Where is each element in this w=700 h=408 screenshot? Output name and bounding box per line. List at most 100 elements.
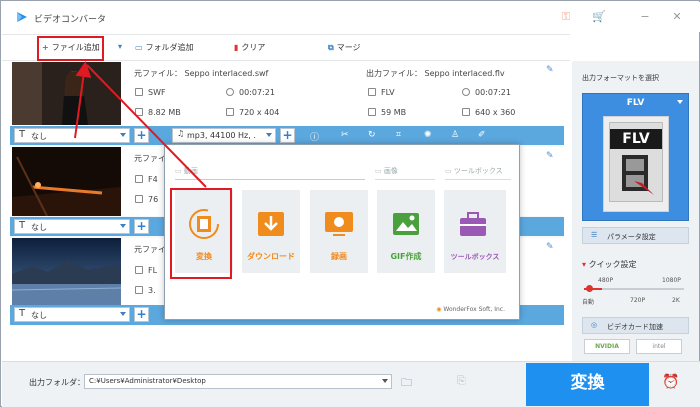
record-label: 録画 — [331, 252, 347, 261]
brush-icon[interactable]: ✐ — [478, 130, 486, 140]
download-tile[interactable]: ダウンロード — [242, 190, 300, 273]
nvidia-badge[interactable]: NVIDIA — [584, 339, 630, 354]
trash-icon: ▮ — [234, 43, 239, 52]
subtitle-icon: T — [19, 220, 26, 231]
chevron-down-icon — [382, 379, 388, 383]
subtitle-icon: T — [19, 129, 26, 140]
toolbox-tile[interactable]: ツールボックス — [444, 190, 506, 273]
subtitle-select[interactable]: T なし — [14, 128, 130, 143]
chevron-down-icon — [120, 224, 126, 228]
watermark-icon[interactable]: ♙ — [451, 130, 459, 140]
edit-output-icon[interactable]: ✎ — [546, 151, 554, 161]
out-size: 59 MB — [368, 108, 406, 117]
src-resolution: 720 x 404 — [226, 108, 279, 117]
rotate-icon[interactable]: ↻ — [368, 130, 376, 140]
add-audio-button[interactable]: + — [280, 128, 295, 143]
add-folder-button[interactable]: ▭ フォルダ追加 — [135, 42, 194, 53]
clear-button[interactable]: ▮ クリア — [234, 42, 265, 53]
src-format: F4 — [135, 175, 158, 184]
convert-button[interactable]: 変換 — [526, 363, 649, 406]
resolution-icon — [226, 108, 234, 116]
src-format: SWF — [135, 88, 166, 97]
source-name: Seppo interlaced.swf — [184, 69, 269, 78]
src-format-value: FL — [148, 266, 158, 275]
src-duration: 00:07:21 — [226, 88, 275, 97]
add-subtitle-button[interactable]: + — [134, 307, 149, 322]
title-bar: ビデオコンバータ ⚿ 🛒 − ✕ — [2, 2, 700, 32]
folder-icon: ▭ — [135, 43, 143, 52]
brand-text: WonderFox Soft, Inc. — [443, 306, 505, 313]
section-image-label: 画像 — [383, 167, 398, 175]
edit-output-icon[interactable]: ✎ — [546, 242, 554, 252]
close-button[interactable]: ✕ — [670, 10, 684, 24]
format-selector[interactable]: FLV FLV — [582, 93, 689, 221]
format-title: 出力フォーマットを選択 — [582, 74, 659, 82]
audio-select[interactable]: ♫ mp3, 44100 Hz, . — [172, 128, 276, 143]
open-folder-icon[interactable]: 🗀 — [401, 374, 412, 393]
document-icon: FLV — [609, 122, 663, 202]
toolbox-section-icon: ▭ — [445, 167, 454, 175]
quality-480: 480P — [598, 277, 614, 284]
out-format: FLV — [368, 88, 395, 97]
folder-icon — [135, 195, 143, 203]
file-row[interactable]: 元ファイル： Seppo interlaced.swf SWF 00:07:21… — [10, 62, 564, 126]
merge-icon: ⧉ — [328, 43, 334, 52]
quick-icon: ▾ — [582, 260, 587, 269]
toolbox-label: ツールボックス — [450, 253, 500, 261]
brand-footer: ◉ WonderFox Soft, Inc. — [436, 306, 505, 313]
quality-slider[interactable] — [584, 285, 684, 292]
out-duration: 00:07:21 — [462, 88, 511, 97]
file-icon — [135, 88, 143, 96]
format-value: FLV — [626, 98, 645, 108]
bottom-bar: 出力フォルダ： C:¥Users¥Administrator¥Desktop 🗀… — [2, 361, 700, 407]
cut-icon[interactable]: ✂ — [341, 130, 349, 140]
info-icon[interactable]: ⓘ — [310, 130, 319, 143]
folder-icon — [135, 108, 143, 116]
image-section-icon: ▭ — [375, 167, 384, 175]
video-section-icon: ▭ — [175, 167, 184, 175]
src-size-value: 8.82 MB — [148, 108, 181, 117]
format-icon-label: FLV — [610, 129, 662, 149]
parameter-settings-button[interactable]: ☰ パラメータ設定 — [582, 227, 689, 244]
section-video: ▭ 動画 — [175, 166, 198, 176]
gpu-icon: ◎ — [591, 321, 598, 329]
quality-auto: 自動 — [582, 299, 595, 306]
record-tile[interactable]: 録画 — [310, 190, 368, 273]
quality-2k: 2K — [672, 297, 680, 304]
source-file: 元ファイル： Seppo interlaced.swf — [134, 68, 268, 79]
output-folder-field[interactable]: C:¥Users¥Administrator¥Desktop — [84, 374, 392, 389]
subtitle-select[interactable]: T なし — [14, 307, 130, 322]
chevron-down-icon — [120, 312, 126, 316]
audio-value: mp3, 44100 Hz, . — [187, 131, 256, 140]
divider — [375, 179, 435, 180]
cut-merge-icon[interactable]: ⎘ — [457, 374, 466, 388]
subtitle-select[interactable]: T なし — [14, 219, 130, 234]
gpu-acceleration-button[interactable]: ◎ ビデオカード加速 — [582, 317, 689, 334]
effect-icon[interactable]: ✺ — [424, 130, 432, 140]
add-file-dropdown[interactable]: ▾ — [118, 42, 122, 51]
toolbox-icon — [460, 212, 486, 236]
intel-badge[interactable]: intel — [636, 339, 682, 354]
gif-tile[interactable]: GIF作成 — [377, 190, 435, 273]
divider — [175, 179, 365, 180]
folder-icon — [368, 108, 376, 116]
alarm-clock-icon[interactable]: ⏰ — [662, 374, 679, 390]
src-format-value: F4 — [148, 175, 158, 184]
screen-record-icon — [325, 212, 353, 236]
crop-icon[interactable]: ⌗ — [396, 130, 401, 140]
quality-slider-knob[interactable] — [586, 285, 593, 292]
key-icon[interactable]: ⚿ — [559, 10, 573, 24]
add-subtitle-button[interactable]: + — [134, 219, 149, 234]
edit-output-icon[interactable]: ✎ — [546, 65, 554, 75]
clear-label: クリア — [241, 43, 266, 52]
add-subtitle-button[interactable]: + — [134, 128, 149, 143]
merge-button[interactable]: ⧉ マージ — [328, 42, 361, 53]
video-thumbnail — [12, 62, 121, 125]
minimize-button[interactable]: − — [638, 10, 652, 24]
audio-icon: ♫ — [177, 129, 185, 138]
clock-icon — [462, 88, 470, 96]
cart-icon[interactable]: 🛒 — [592, 10, 606, 24]
src-size-value: 3. — [148, 286, 156, 295]
resolution-icon — [462, 108, 470, 116]
src-size-value: 76 — [148, 195, 159, 204]
